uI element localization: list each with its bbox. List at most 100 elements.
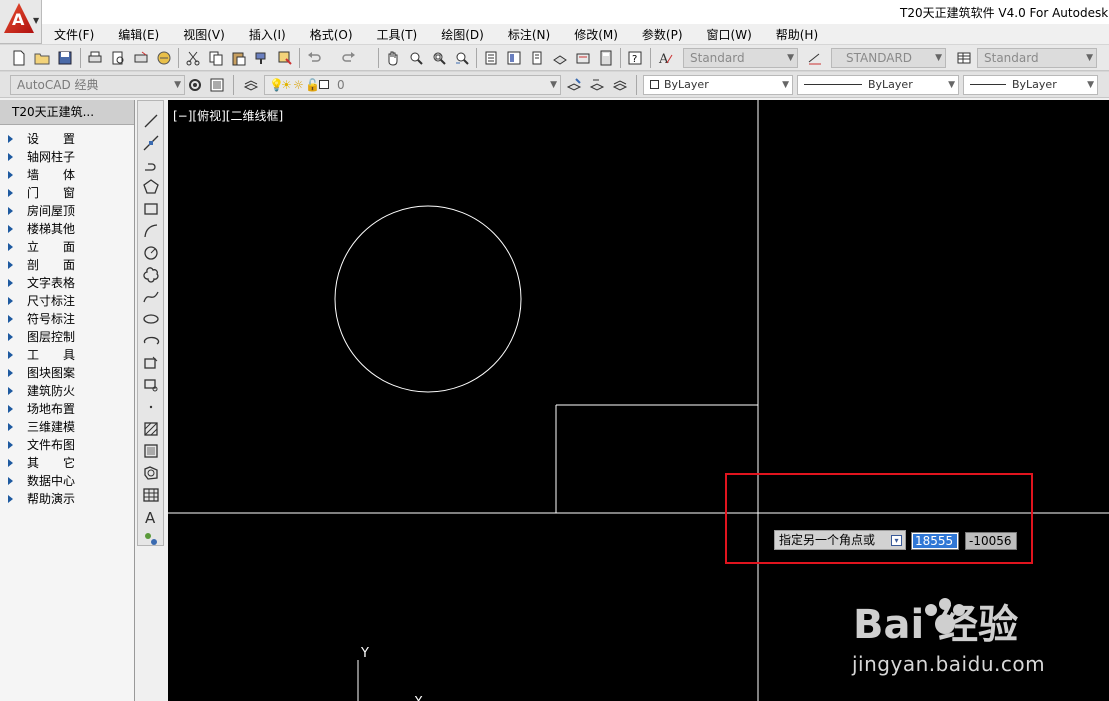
print-icon[interactable] [86,49,104,67]
table-style-icon[interactable] [955,49,973,67]
menu-tools[interactable]: 工具(T) [365,26,430,43]
ellipse-arc-icon[interactable] [141,331,161,351]
make-block-icon[interactable] [141,375,161,395]
side-panel-item-label: 三维建模 [27,420,76,434]
help-icon[interactable]: ? [626,49,644,67]
gradient-icon[interactable] [141,441,161,461]
layer-select[interactable]: 💡☀☼🔓 0 ▼ [264,75,561,95]
add-selected-icon[interactable] [141,529,161,549]
color-select[interactable]: ByLayer ▼ [643,75,793,95]
side-panel-item[interactable]: 设 置 [0,130,134,148]
side-panel-item[interactable]: 三维建模 [0,418,134,436]
side-panel-item[interactable]: 剖 面 [0,256,134,274]
ellipse-icon[interactable] [141,309,161,329]
layer-properties-icon[interactable] [242,76,260,94]
spline-icon[interactable] [141,287,161,307]
print-preview-icon[interactable] [109,49,127,67]
layer-state-icon[interactable] [611,76,629,94]
side-panel-item[interactable]: 工 具 [0,346,134,364]
side-panel-item[interactable]: 符号标注 [0,310,134,328]
save-icon[interactable] [56,49,74,67]
table-style-select[interactable]: Standard ▼ [977,48,1097,68]
side-panel-item[interactable]: 数据中心 [0,472,134,490]
t20-side-panel: T20天正建筑... 设 置轴网柱子墙 体门 窗房间屋顶 楼梯其他立 面剖 面文字… [0,100,135,701]
menu-file[interactable]: 文件(F) [42,26,106,43]
redo-icon[interactable] [340,49,358,67]
zoom-window-icon[interactable] [430,49,448,67]
multiline-text-icon[interactable]: A [141,507,161,527]
side-panel-item[interactable]: 场地布置 [0,400,134,418]
table-icon[interactable] [141,485,161,505]
text-style-select[interactable]: Standard ▼ [683,48,798,68]
tool-palettes-icon[interactable] [528,49,546,67]
menu-window[interactable]: 窗口(W) [695,26,764,43]
arc-icon[interactable] [141,221,161,241]
menu-parameters[interactable]: 参数(P) [630,26,695,43]
pan-hand-icon[interactable] [384,49,402,67]
side-panel-item[interactable]: 门 窗 [0,184,134,202]
properties-icon[interactable] [482,49,500,67]
construction-line-icon[interactable] [141,133,161,153]
menu-draw[interactable]: 绘图(D) [429,26,496,43]
side-panel-item[interactable]: 建筑防火 [0,382,134,400]
side-panel-item[interactable]: 立 面 [0,238,134,256]
side-panel-item[interactable]: 楼梯其他 [0,220,134,238]
side-panel-item[interactable]: 文件布图 [0,436,134,454]
side-panel-item[interactable]: 图块图案 [0,364,134,382]
side-panel-item[interactable]: 墙 体 [0,166,134,184]
workspace-select[interactable]: AutoCAD 经典 ▼ [10,75,185,95]
undo-icon[interactable] [305,49,323,67]
side-panel-item[interactable]: 其 它 [0,454,134,472]
side-panel-item[interactable]: 文字表格 [0,274,134,292]
rectangle-icon[interactable] [141,199,161,219]
side-panel-item[interactable]: 图层控制 [0,328,134,346]
menu-insert[interactable]: 插入(I) [237,26,298,43]
3d-dwf-icon[interactable] [155,49,173,67]
polyline-icon[interactable] [141,155,161,175]
revision-cloud-icon[interactable] [141,265,161,285]
lineweight-select[interactable]: ByLayer ▼ [963,75,1098,95]
paste-icon[interactable] [230,49,248,67]
text-style-icon[interactable]: A [657,49,675,67]
side-panel-item[interactable]: 帮助演示 [0,490,134,508]
zoom-realtime-icon[interactable] [407,49,425,67]
side-panel-item[interactable]: 房间屋顶 [0,202,134,220]
new-file-icon[interactable] [10,49,28,67]
polygon-icon[interactable] [141,177,161,197]
side-panel-item[interactable]: 尺寸标注 [0,292,134,310]
menu-dimension[interactable]: 标注(N) [496,26,562,43]
cut-icon[interactable] [184,49,202,67]
circle-icon[interactable] [141,243,161,263]
sheet-set-icon[interactable] [551,49,569,67]
region-icon[interactable] [141,463,161,483]
open-folder-icon[interactable] [33,49,51,67]
workspace-value: AutoCAD 经典 [17,78,99,92]
block-editor-icon[interactable] [276,49,294,67]
point-icon[interactable] [141,397,161,417]
menu-view[interactable]: 视图(V) [171,26,237,43]
dim-style-select[interactable]: STANDARD ▼ [831,48,946,68]
menu-modify[interactable]: 修改(M) [562,26,630,43]
menu-format[interactable]: 格式(O) [298,26,365,43]
application-menu-button[interactable]: A ▼ [0,0,42,44]
copy-icon[interactable] [207,49,225,67]
menu-edit[interactable]: 编辑(E) [106,26,171,43]
menu-help[interactable]: 帮助(H) [764,26,830,43]
design-center-icon[interactable] [505,49,523,67]
dim-style-icon[interactable] [806,49,824,67]
hatch-icon[interactable] [141,419,161,439]
make-current-layer-icon[interactable] [565,76,583,94]
markup-icon[interactable] [574,49,592,67]
line-icon[interactable] [141,111,161,131]
calculator-icon[interactable] [597,49,615,67]
match-properties-icon[interactable] [253,49,271,67]
publish-icon[interactable] [132,49,150,67]
linetype-select[interactable]: ByLayer ▼ [797,75,959,95]
workspace-settings-icon[interactable] [186,76,204,94]
layer-previous-icon[interactable] [588,76,606,94]
workspace-toolbar-icon[interactable] [208,76,226,94]
drawing-canvas[interactable]: [−][俯视][二维线框] Y X 指定另一个角点或▾ 18555 -10056 [168,100,1109,701]
side-panel-item[interactable]: 轴网柱子 [0,148,134,166]
insert-block-icon[interactable] [141,353,161,373]
zoom-previous-icon[interactable] [453,49,471,67]
